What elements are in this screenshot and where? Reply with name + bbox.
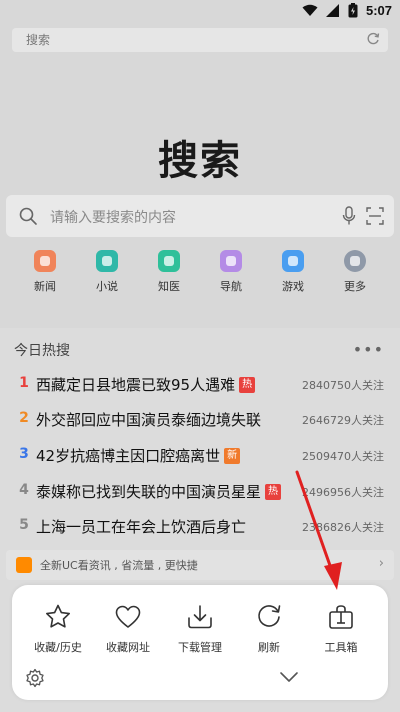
hot-search-header: 今日热搜 xyxy=(14,343,70,359)
bookmarks-history-button[interactable]: 收藏/历史 xyxy=(22,603,94,655)
hot-count: 2840750人关注 xyxy=(302,379,384,392)
quick-link-label: 导航 xyxy=(220,280,242,293)
quick-link-news[interactable]: 新闻 xyxy=(15,250,75,294)
hot-title: 西藏定日县地震已致95人遇难热 xyxy=(36,374,256,395)
hot-badge: 热 xyxy=(239,376,256,393)
quick-links: 新闻 小说 知医 导航 游戏 更多 xyxy=(0,250,400,300)
hot-title: 上海一员工在年会上饮酒后身亡 xyxy=(36,516,246,537)
tool-label: 收藏网址 xyxy=(106,641,150,654)
tool-label: 刷新 xyxy=(258,641,280,654)
toolbox-button[interactable]: 工具箱 xyxy=(305,603,377,655)
microphone-icon[interactable] xyxy=(342,206,356,226)
refresh-icon xyxy=(258,605,281,627)
refresh-button[interactable]: 刷新 xyxy=(233,603,305,655)
new-badge: 新 xyxy=(224,447,241,464)
quick-link-label: 小说 xyxy=(96,280,118,293)
hot-count: 2386826人关注 xyxy=(302,521,384,534)
favorite-sites-button[interactable]: 收藏网址 xyxy=(92,603,164,655)
hot-title-text: 外交部回应中国演员泰缅边境失联 xyxy=(36,411,262,429)
novel-icon xyxy=(96,250,118,272)
more-options-icon[interactable]: ••• xyxy=(353,340,384,359)
settings-gear-icon[interactable] xyxy=(25,668,45,688)
chevron-down-icon[interactable] xyxy=(279,671,299,683)
gamepad-icon xyxy=(282,250,304,272)
promo-banner[interactable]: 全新UC看资讯 , 省流量 , 更快捷 › xyxy=(6,550,394,580)
toolbox-icon xyxy=(329,605,353,629)
chevron-right-icon: › xyxy=(378,556,384,571)
hot-badge: 热 xyxy=(265,483,282,500)
hot-title-text: 上海一员工在年会上饮酒后身亡 xyxy=(36,518,247,536)
refresh-icon[interactable] xyxy=(366,32,380,46)
url-bar-placeholder: 搜索 xyxy=(26,33,51,47)
search-input[interactable]: 请输入要搜索的内容 xyxy=(6,195,394,237)
page-title: 搜索 xyxy=(158,138,242,184)
hot-count: 2496956人关注 xyxy=(302,486,384,499)
hot-count: 2509470人关注 xyxy=(302,450,384,463)
clock: 5:07 xyxy=(365,3,392,18)
hot-rank: 4 xyxy=(19,482,29,498)
heart-icon xyxy=(115,605,141,628)
quick-link-navigation[interactable]: 导航 xyxy=(201,250,261,294)
hot-search-item[interactable]: 1 西藏定日县地震已致95人遇难热 2840750人关注 xyxy=(0,371,400,399)
status-icons: 5:07 xyxy=(302,3,392,18)
hot-title: 泰媒称已找到失联的中国演员星星热 xyxy=(36,481,282,502)
download-icon xyxy=(188,605,212,629)
hot-search-item[interactable]: 5 上海一员工在年会上饮酒后身亡 2386826人关注 xyxy=(0,513,400,541)
hot-title-text: 泰媒称已找到失联的中国演员星星 xyxy=(36,483,262,501)
status-bar: 5:07 xyxy=(0,0,400,24)
star-icon xyxy=(46,604,70,628)
hot-rank: 1 xyxy=(19,375,29,391)
quick-link-games[interactable]: 游戏 xyxy=(263,250,323,294)
hot-title: 42岁抗癌博主因口腔癌离世新 xyxy=(36,445,241,466)
quick-link-label: 游戏 xyxy=(282,280,304,293)
hot-rank: 3 xyxy=(19,446,29,462)
navigation-icon xyxy=(220,250,242,272)
url-bar[interactable]: 搜索 xyxy=(12,28,388,52)
quick-link-label: 更多 xyxy=(344,280,366,293)
wifi-icon xyxy=(302,4,318,16)
hot-title-text: 西藏定日县地震已致95人遇难 xyxy=(36,376,236,394)
promo-text: 全新UC看资讯 , 省流量 , 更快捷 xyxy=(40,559,198,572)
hot-rank: 5 xyxy=(19,517,29,533)
uc-logo-icon xyxy=(16,557,32,573)
tool-label: 收藏/历史 xyxy=(34,641,82,654)
hot-title: 外交部回应中国演员泰缅边境失联 xyxy=(36,409,261,430)
signal-icon xyxy=(325,4,339,17)
medical-icon xyxy=(158,250,180,272)
hot-search-item[interactable]: 4 泰媒称已找到失联的中国演员星星热 2496956人关注 xyxy=(0,478,400,506)
tool-label: 工具箱 xyxy=(324,641,358,654)
more-icon xyxy=(344,250,366,272)
search-placeholder: 请输入要搜索的内容 xyxy=(50,210,176,226)
hot-search-item[interactable]: 2 外交部回应中国演员泰缅边境失联 2646729人关注 xyxy=(0,406,400,434)
quick-link-label: 知医 xyxy=(158,280,180,293)
quick-link-more[interactable]: 更多 xyxy=(325,250,385,294)
news-icon xyxy=(34,250,56,272)
hot-count: 2646729人关注 xyxy=(302,414,384,427)
tools-menu-sheet: 收藏/历史 收藏网址 下载管理 刷新 工具箱 xyxy=(12,585,388,700)
hot-title-text: 42岁抗癌博主因口腔癌离世 xyxy=(36,447,221,465)
download-manager-button[interactable]: 下载管理 xyxy=(164,603,236,655)
quick-link-label: 新闻 xyxy=(34,280,56,293)
hot-rank: 2 xyxy=(19,410,29,426)
hot-search-item[interactable]: 3 42岁抗癌博主因口腔癌离世新 2509470人关注 xyxy=(0,442,400,470)
scan-icon[interactable] xyxy=(366,207,384,225)
search-icon xyxy=(19,207,37,225)
quick-link-novel[interactable]: 小说 xyxy=(77,250,137,294)
tool-label: 下载管理 xyxy=(178,641,222,654)
quick-link-medical[interactable]: 知医 xyxy=(139,250,199,294)
battery-icon xyxy=(348,3,358,18)
